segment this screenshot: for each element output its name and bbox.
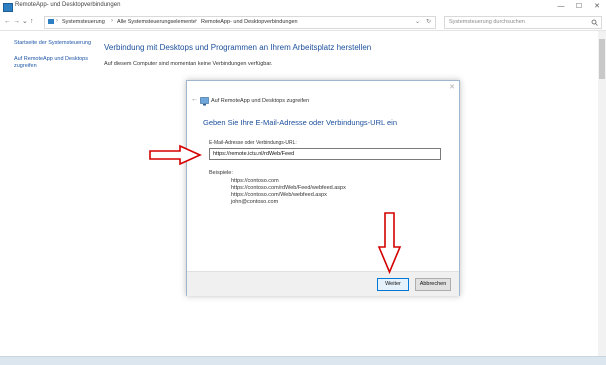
connection-url-value: https://remote.ictu.nl/rdWeb/Feed xyxy=(213,151,295,157)
scrollbar-thumb[interactable] xyxy=(599,39,605,79)
recent-locations-button[interactable]: ⌄ xyxy=(22,17,28,26)
breadcrumb-separator: › xyxy=(111,18,113,24)
next-button[interactable]: Weiter xyxy=(377,278,409,291)
dialog-footer: Weiter Abbrechen xyxy=(187,271,459,296)
breadcrumb[interactable]: › Systemsteuerung › Alle Systemsteuerung… xyxy=(44,16,436,29)
examples-label: Beispiele: xyxy=(209,170,233,176)
sidebar-item-remoteapp-zugreifen[interactable]: Auf RemoteApp und Desktops zugreifen xyxy=(14,56,94,70)
minimize-button[interactable]: — xyxy=(553,0,569,14)
scrollbar[interactable] xyxy=(598,31,606,364)
page-title: Verbindung mit Desktops und Programmen a… xyxy=(104,43,372,52)
address-bar: ← → ⌄ ↑ › Systemsteuerung › Alle Systems… xyxy=(0,14,606,31)
back-button[interactable]: ← xyxy=(4,17,11,26)
remote-desktop-icon xyxy=(200,97,209,106)
refresh-icon[interactable]: ↻ xyxy=(426,18,431,25)
up-button[interactable]: ↑ xyxy=(30,17,34,26)
breadcrumb-separator: › xyxy=(195,18,197,24)
dialog-back-button[interactable]: ← xyxy=(191,96,198,103)
breadcrumb-separator: › xyxy=(56,18,58,24)
example-item: john@contoso.com xyxy=(231,199,279,205)
chevron-down-icon[interactable]: ⌄ xyxy=(415,18,420,25)
access-remoteapp-dialog: ✕ ← Auf RemoteApp und Desktops zugreifen… xyxy=(186,80,460,296)
no-connections-text: Auf diesem Computer sind momentan keine … xyxy=(104,61,273,67)
connection-url-field[interactable]: https://remote.ictu.nl/rdWeb/Feed xyxy=(209,148,441,160)
dialog-heading: Geben Sie Ihre E-Mail-Adresse oder Verbi… xyxy=(203,118,397,127)
search-icon xyxy=(591,19,598,26)
close-button[interactable]: ✕ xyxy=(589,0,605,14)
forward-button[interactable]: → xyxy=(13,17,20,26)
dialog-close-button[interactable]: ✕ xyxy=(449,83,455,91)
dialog-titlebar: ✕ xyxy=(187,81,459,95)
breadcrumb-alle-elemente[interactable]: Alle Systemsteuerungselemente xyxy=(117,19,196,25)
window-title: RemoteApp- und Desktopverbindungen xyxy=(15,2,121,8)
cancel-button[interactable]: Abbrechen xyxy=(415,278,451,291)
example-item: https://contoso.com/rdWeb/Feed/webfeed.a… xyxy=(231,185,346,191)
sidebar-item-startseite[interactable]: Startseite der Systemsteuerung xyxy=(14,40,94,47)
control-panel-icon xyxy=(3,3,13,12)
breadcrumb-systemsteuerung[interactable]: Systemsteuerung xyxy=(62,19,105,25)
search-placeholder: Systemsteuerung durchsuchen xyxy=(449,19,525,25)
search-input[interactable]: Systemsteuerung durchsuchen xyxy=(444,16,602,29)
example-item: https://contoso.com xyxy=(231,178,279,184)
control-panel-small-icon xyxy=(48,19,54,24)
example-item: https://contoso.com/Web/webfeed.aspx xyxy=(231,192,327,198)
sidebar: Startseite der Systemsteuerung Auf Remot… xyxy=(0,31,98,364)
dialog-title: Auf RemoteApp und Desktops zugreifen xyxy=(211,98,310,104)
connection-url-label: E-Mail-Adresse oder Verbindungs-URL: xyxy=(209,140,297,146)
breadcrumb-remoteapp[interactable]: RemoteApp- und Desktopverbindungen xyxy=(201,19,298,25)
maximize-button[interactable]: ☐ xyxy=(571,0,587,14)
window-titlebar: RemoteApp- und Desktopverbindungen — ☐ ✕ xyxy=(0,0,606,15)
